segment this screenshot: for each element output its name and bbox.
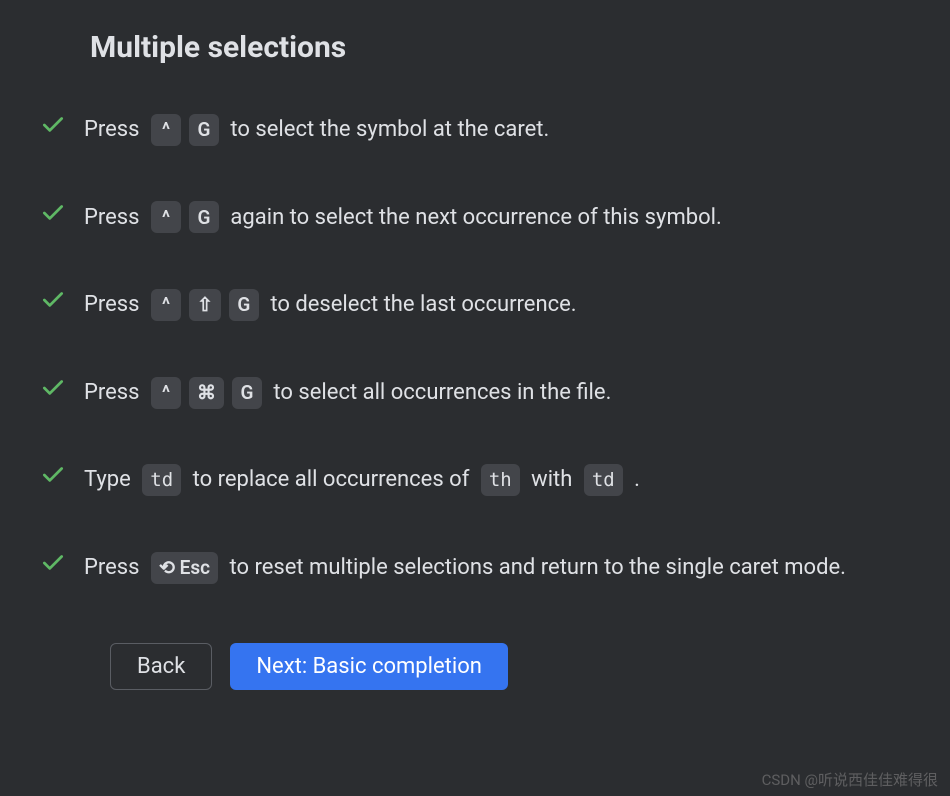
check-icon: [40, 375, 66, 401]
text-part: Press: [84, 548, 145, 588]
shortcut-group: ^ ⇧ G: [149, 289, 261, 321]
step-item: Press ⟲ Esc to reset multiple selections…: [40, 548, 910, 588]
key-cmd: ⌘: [189, 377, 224, 409]
text-part: to deselect the last occurrence.: [265, 285, 577, 325]
code-td: td: [584, 464, 623, 496]
check-icon: [40, 287, 66, 313]
key-g: G: [229, 289, 259, 321]
text-part: to reset multiple selections and return …: [224, 548, 846, 588]
watermark: CSDN @听说西佳佳难得很: [762, 769, 938, 790]
text-part: to select the symbol at the caret.: [225, 110, 549, 150]
step-text: Type td to replace all occurrences of th…: [84, 460, 640, 500]
key-g: G: [232, 377, 262, 409]
key-ctrl: ^: [151, 377, 181, 409]
page-title: Multiple selections: [90, 30, 910, 65]
text-part: Type: [84, 460, 136, 500]
step-item: Press ^ ⌘ G to select all occurrences in…: [40, 373, 910, 413]
back-button[interactable]: Back: [110, 643, 212, 690]
text-part: again to select the next occurrence of t…: [225, 198, 722, 238]
step-item: Press ^ G to select the symbol at the ca…: [40, 110, 910, 150]
text-part: .: [629, 460, 640, 500]
step-text: Press ^ G to select the symbol at the ca…: [84, 110, 549, 150]
button-row: Back Next: Basic completion: [110, 643, 910, 690]
key-g: G: [189, 201, 219, 233]
text-part: with: [526, 460, 578, 500]
shortcut-group: ^ ⌘ G: [149, 377, 264, 409]
step-text: Press ^ ⌘ G to select all occurrences in…: [84, 373, 611, 413]
next-button[interactable]: Next: Basic completion: [230, 643, 508, 690]
check-icon: [40, 112, 66, 138]
check-icon: [40, 550, 66, 576]
text-part: Press: [84, 198, 145, 238]
text-part: to replace all occurrences of: [187, 460, 475, 500]
text-part: Press: [84, 110, 145, 150]
step-item: Type td to replace all occurrences of th…: [40, 460, 910, 500]
text-part: Press: [84, 285, 145, 325]
step-item: Press ^ G again to select the next occur…: [40, 198, 910, 238]
key-ctrl: ^: [151, 289, 181, 321]
key-esc: ⟲ Esc: [151, 552, 218, 584]
step-text: Press ^ ⇧ G to deselect the last occurre…: [84, 285, 577, 325]
steps-list: Press ^ G to select the symbol at the ca…: [40, 110, 910, 588]
step-text: Press ^ G again to select the next occur…: [84, 198, 722, 238]
code-th: th: [481, 464, 520, 496]
shortcut-group: ^ G: [149, 201, 221, 233]
text-part: to select all occurrences in the file.: [268, 373, 611, 413]
code-td: td: [142, 464, 181, 496]
key-shift: ⇧: [189, 289, 221, 321]
check-icon: [40, 200, 66, 226]
key-g: G: [189, 114, 219, 146]
key-ctrl: ^: [151, 114, 181, 146]
step-item: Press ^ ⇧ G to deselect the last occurre…: [40, 285, 910, 325]
shortcut-group: ^ G: [149, 114, 221, 146]
check-icon: [40, 462, 66, 488]
key-ctrl: ^: [151, 201, 181, 233]
step-text: Press ⟲ Esc to reset multiple selections…: [84, 548, 846, 588]
text-part: Press: [84, 373, 145, 413]
